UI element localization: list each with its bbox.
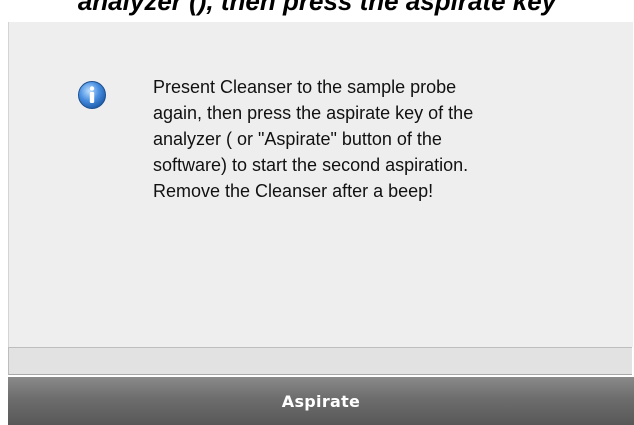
dialog-screen: analyzer (), then press the aspirate key… (0, 0, 634, 425)
status-bar (8, 347, 632, 375)
info-icon (78, 81, 106, 109)
dialog-title: analyzer (), then press the aspirate key (77, 0, 557, 16)
aspirate-button-label: Aspirate (281, 391, 361, 411)
title-strip: analyzer (), then press the aspirate key (0, 0, 634, 22)
message-text: Present Cleanser to the sample probe aga… (153, 77, 474, 201)
message-panel: Present Cleanser to the sample probe aga… (8, 22, 633, 347)
aspirate-button[interactable]: Aspirate (8, 377, 634, 425)
